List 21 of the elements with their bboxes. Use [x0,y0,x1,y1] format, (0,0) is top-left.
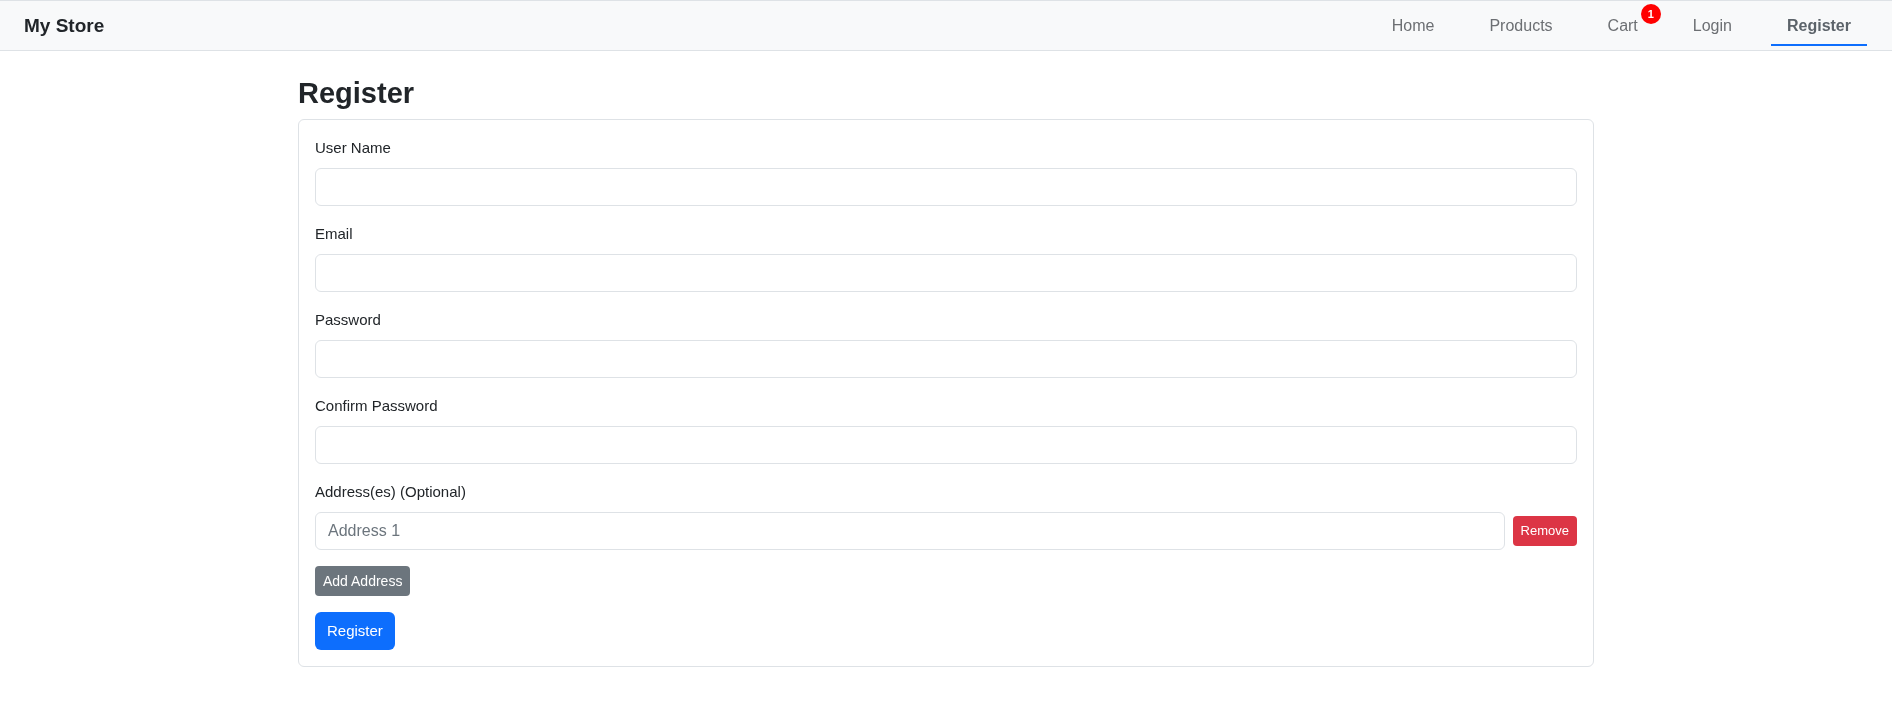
field-label: Address(es) (Optional) [315,482,466,503]
page-title: Register [298,76,415,111]
field-label: Confirm Password [315,396,438,417]
count-badge: 1 [1640,3,1661,24]
input-field[interactable] [315,426,1577,465]
input-field[interactable] [315,254,1577,293]
input-field[interactable] [315,340,1577,379]
field-label: User Name [315,138,391,159]
add-address-button[interactable]: Add Address [315,566,411,597]
input-field[interactable] [315,168,1577,207]
register-button[interactable]: Register [315,612,395,651]
field-label: Password [315,310,381,331]
nav-link[interactable]: Register [1770,5,1867,46]
brand-link[interactable]: My Store [24,14,105,37]
nav-link[interactable]: Home [1375,5,1451,46]
nav-link[interactable]: Products [1473,5,1569,46]
remove-button[interactable]: Remove [1512,516,1577,547]
nav-link[interactable]: Cart [1591,5,1640,46]
field-label: Email [315,224,353,245]
nav-link[interactable]: Login [1676,5,1748,46]
address-input[interactable]: Address 1 [315,512,1505,551]
